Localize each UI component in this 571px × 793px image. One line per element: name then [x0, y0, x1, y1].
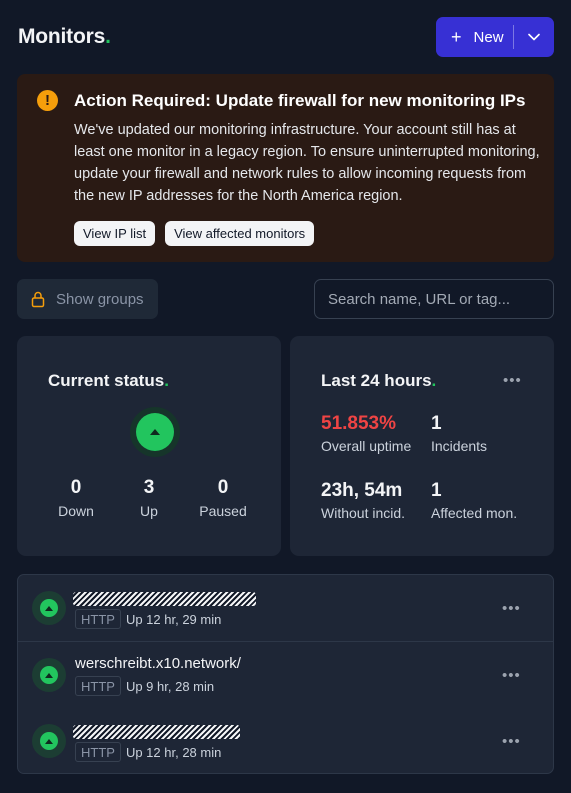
new-options-dropdown-button[interactable] — [514, 17, 554, 57]
current-status-title: Current status. — [48, 371, 169, 391]
title-dot: . — [431, 371, 437, 390]
new-monitor-button[interactable]: + New — [436, 17, 513, 57]
status-up-indicator — [130, 407, 180, 457]
overall-uptime-stat: 51.853% Overall uptime — [321, 412, 411, 454]
overall-uptime-value: 51.853% — [321, 413, 397, 434]
up-count: 3 Up — [109, 477, 189, 519]
lock-icon — [31, 291, 45, 307]
page-title: Monitors. — [18, 25, 111, 49]
show-groups-button[interactable]: Show groups — [17, 279, 158, 319]
last-24-hours-title-text: Last 24 hours — [321, 371, 432, 390]
more-icon[interactable]: ••• — [502, 668, 521, 683]
monitor-meta: HTTP Up 12 hr, 29 min — [75, 609, 221, 629]
status-up-icon — [32, 724, 66, 758]
view-affected-monitors-button[interactable]: View affected monitors — [165, 221, 315, 246]
without-incidents-label: Without incid. — [321, 505, 406, 521]
status-up-icon — [32, 658, 66, 692]
monitor-row[interactable]: werschreibt.x10.network/ HTTP Up 9 hr, 2… — [18, 642, 553, 708]
monitor-type-badge: HTTP — [75, 676, 121, 696]
alert-actions: View IP list View affected monitors — [74, 221, 536, 246]
up-count-label: Up — [140, 503, 158, 519]
monitor-row[interactable]: HTTP Up 12 hr, 28 min ••• — [18, 708, 553, 773]
new-button-group: + New — [436, 17, 554, 57]
title-dot: . — [164, 371, 169, 390]
title-dot: . — [105, 25, 111, 48]
overall-uptime-label: Overall uptime — [321, 438, 412, 454]
more-icon[interactable]: ••• — [502, 601, 521, 616]
affected-monitors-label: Affected mon. — [431, 505, 518, 521]
alert-title: Action Required: Update firewall for new… — [74, 91, 526, 110]
last-24-hours-title: Last 24 hours. — [321, 371, 436, 391]
affected-monitors-value: 1 — [431, 480, 442, 501]
monitors-page: Monitors. + New Action Required: Update … — [0, 0, 571, 793]
paused-count-label: Paused — [199, 503, 247, 519]
last-24-hours-card: Last 24 hours. ••• 51.853% Overall uptim… — [290, 336, 554, 556]
show-groups-label: Show groups — [56, 290, 144, 308]
page-header: Monitors. + New — [17, 17, 554, 57]
alert-body: We've updated our monitoring infrastruct… — [74, 122, 540, 204]
incidents-stat: 1 Incidents — [431, 412, 487, 454]
monitor-list: HTTP Up 12 hr, 29 min ••• werschreibt.x1… — [17, 574, 554, 774]
exclamation-icon: ! — [37, 90, 58, 111]
down-count-label: Down — [58, 503, 94, 519]
status-up-icon — [136, 413, 174, 451]
affected-monitors-stat: 1 Affected mon. — [431, 479, 517, 521]
monitor-uptime: Up 12 hr, 29 min — [125, 611, 222, 627]
monitor-meta: HTTP Up 12 hr, 28 min — [75, 742, 221, 762]
down-count-value: 0 — [70, 477, 82, 498]
incidents-label: Incidents — [431, 438, 488, 454]
monitor-uptime: Up 12 hr, 28 min — [125, 744, 222, 760]
search-input[interactable] — [314, 279, 554, 319]
paused-count: 0 Paused — [183, 477, 263, 519]
page-title-text: Monitors — [18, 25, 106, 48]
monitor-meta: HTTP Up 9 hr, 28 min — [75, 676, 214, 696]
more-icon[interactable]: ••• — [503, 373, 522, 388]
new-button-label: New — [473, 28, 504, 46]
monitor-type-badge: HTTP — [75, 609, 121, 629]
paused-count-value: 0 — [217, 477, 229, 498]
firewall-alert: Action Required: Update firewall for new… — [17, 74, 554, 262]
chevron-down-icon — [528, 33, 540, 41]
redacted-monitor-name — [73, 725, 240, 739]
view-ip-list-button[interactable]: View IP list — [74, 221, 156, 246]
current-status-card: Current status. 0 Down 3 Up 0 Paused — [17, 336, 281, 556]
redacted-monitor-name — [73, 592, 256, 606]
more-icon[interactable]: ••• — [502, 734, 521, 749]
monitor-type-badge: HTTP — [75, 742, 121, 762]
status-up-icon — [32, 591, 66, 625]
incidents-value: 1 — [431, 413, 442, 434]
monitor-name[interactable]: werschreibt.x10.network/ — [75, 655, 241, 672]
without-incidents-value: 23h, 54m — [321, 480, 403, 501]
monitor-uptime: Up 9 hr, 28 min — [125, 678, 215, 694]
current-status-title-text: Current status — [48, 371, 165, 390]
without-incidents-stat: 23h, 54m Without incid. — [321, 479, 405, 521]
monitor-row[interactable]: HTTP Up 12 hr, 29 min ••• — [18, 575, 553, 641]
down-count: 0 Down — [36, 477, 116, 519]
plus-icon: + — [451, 27, 462, 47]
up-count-value: 3 — [143, 477, 155, 498]
